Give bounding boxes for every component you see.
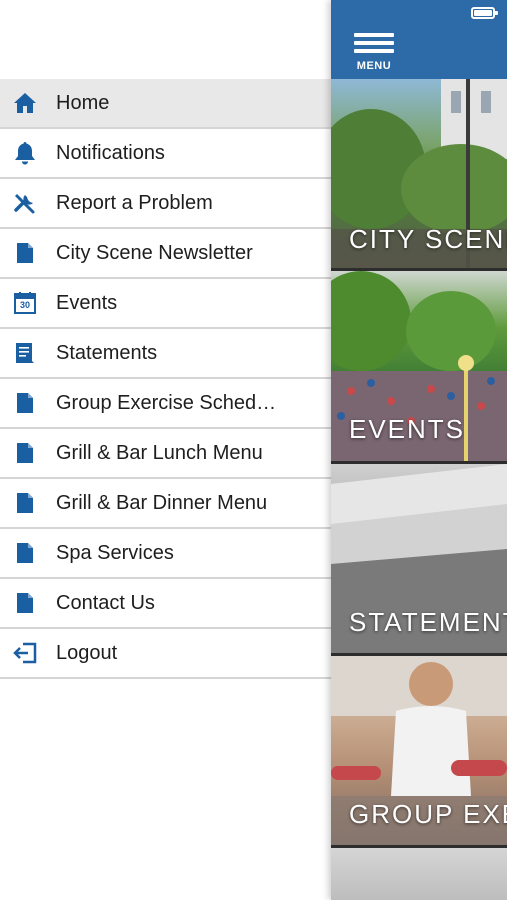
tile-city-scene[interactable]: CITY SCENE	[331, 79, 507, 268]
hamburger-icon-bar	[354, 49, 394, 53]
menu-item-label: Group Exercise Sched…	[56, 392, 277, 414]
menu-list: Home Notifications Report a Problem City…	[0, 79, 331, 679]
document-icon	[13, 591, 37, 615]
menu-item-label: Spa Services	[56, 542, 174, 564]
menu-item-label: Statements	[56, 342, 158, 364]
menu-item-label: City Scene Newsletter	[56, 242, 253, 264]
tile-label: STATEMENTS	[349, 607, 507, 637]
hamburger-icon	[354, 33, 394, 37]
main-content-panel: MENU CITY SCENE EVENTS	[331, 0, 507, 900]
document-icon	[13, 491, 37, 515]
tile-label: GROUP EXERCISE	[349, 799, 507, 829]
tile-next[interactable]	[331, 848, 507, 900]
tile-group-exercise[interactable]: GROUP EXERCISE	[331, 656, 507, 845]
menu-item-notifications[interactable]: Notifications	[0, 129, 331, 179]
menu-item-home[interactable]: Home	[0, 79, 331, 129]
menu-item-city-scene-newsletter[interactable]: City Scene Newsletter	[0, 229, 331, 279]
menu-item-label: Contact Us	[56, 592, 155, 614]
hamburger-icon-bar	[354, 41, 394, 45]
logout-icon	[13, 641, 37, 665]
menu-item-statements[interactable]: Statements	[0, 329, 331, 379]
menu-item-label: Report a Problem	[56, 192, 213, 214]
calendar-icon: 30	[13, 291, 37, 315]
tile-label: EVENTS	[349, 414, 466, 444]
bell-icon	[13, 141, 37, 165]
tile-statements[interactable]: STATEMENTS	[331, 464, 507, 653]
document-icon	[13, 241, 37, 265]
menu-button-label: MENU	[356, 60, 392, 72]
document-icon	[13, 541, 37, 565]
menu-item-group-exercise[interactable]: Group Exercise Sched…	[0, 379, 331, 429]
menu-item-events[interactable]: 30 Events	[0, 279, 331, 329]
menu-item-label: Notifications	[56, 142, 165, 164]
top-bar: MENU	[331, 0, 507, 79]
tile-label: CITY SCENE	[349, 224, 507, 254]
navigation-drawer: Home Notifications Report a Problem City…	[0, 0, 331, 900]
menu-item-dinner-menu[interactable]: Grill & Bar Dinner Menu	[0, 479, 331, 529]
document-icon	[13, 391, 37, 415]
menu-item-contact-us[interactable]: Contact Us	[0, 579, 331, 629]
menu-item-label: Home	[56, 92, 110, 114]
tile-events[interactable]: EVENTS	[331, 271, 507, 461]
statement-icon	[13, 341, 37, 365]
menu-item-lunch-menu[interactable]: Grill & Bar Lunch Menu	[0, 429, 331, 479]
home-icon	[13, 91, 37, 115]
menu-item-label: Grill & Bar Lunch Menu	[56, 442, 263, 464]
menu-item-logout[interactable]: Logout	[0, 629, 331, 679]
menu-item-report-problem[interactable]: Report a Problem	[0, 179, 331, 229]
menu-item-label: Events	[56, 292, 118, 314]
menu-item-label: Grill & Bar Dinner Menu	[56, 492, 268, 514]
menu-button[interactable]: MENU	[354, 33, 394, 75]
battery-icon	[471, 7, 498, 19]
tools-icon	[13, 191, 37, 215]
menu-item-label: Logout	[56, 642, 118, 664]
document-icon	[13, 441, 37, 465]
calendar-day: 30	[19, 300, 30, 310]
menu-item-spa-services[interactable]: Spa Services	[0, 529, 331, 579]
